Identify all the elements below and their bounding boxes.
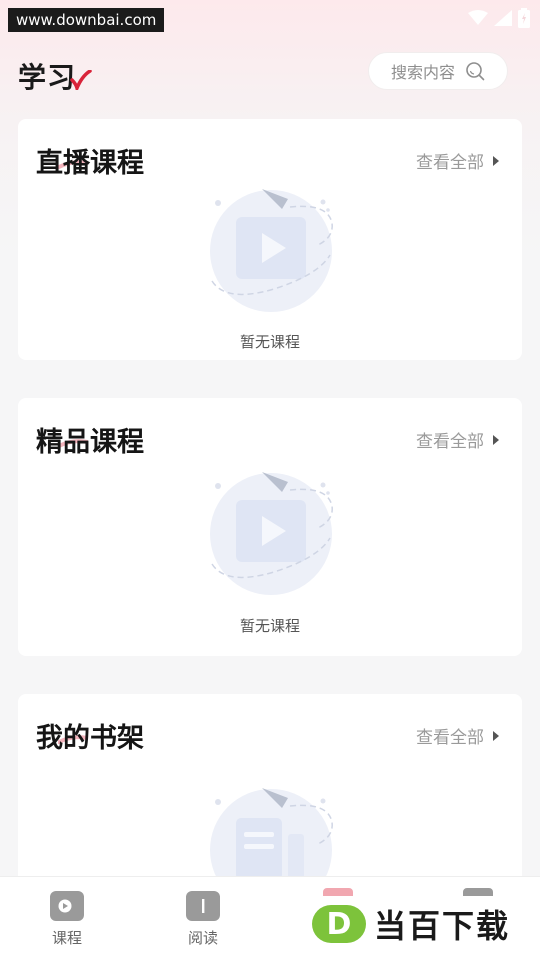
view-all-link[interactable]: 查看全部 [416,148,500,173]
nav-item-courses[interactable]: 课程 [32,891,102,955]
site-watermark-label: www.downbai.com [8,8,165,32]
search-input[interactable]: 搜索内容 [368,52,508,90]
section-title: 精品课程 [36,427,144,458]
learning-screen: www.downbai.com 学习 搜索内容 直播课程 查看全部 暂无课程 精… [0,0,540,960]
nav-item-reading[interactable]: 阅读 [168,891,238,955]
battery-icon [518,8,530,28]
caret-right-icon [493,155,499,166]
view-all-link[interactable]: 查看全部 [416,723,500,748]
view-all-label: 查看全部 [416,153,484,173]
view-all-label: 查看全部 [416,728,484,748]
video-play-icon [50,891,84,921]
caret-right-icon [493,434,499,445]
premium-courses-card: 精品课程 查看全部 暂无课程 [18,398,522,656]
empty-course-illustration [210,189,333,312]
search-placeholder: 搜索内容 [390,63,455,82]
status-icons [468,8,530,28]
nav-label: 阅读 [187,929,218,947]
caret-right-icon [493,730,499,741]
status-bar: www.downbai.com [0,0,540,36]
empty-state-text: 暂无课程 [239,617,300,635]
title-checkmark-decoration [70,70,92,90]
section-title: 我的书架 [36,723,144,754]
empty-state-text: 暂无课程 [239,333,300,351]
book-icon [186,891,220,921]
empty-course-illustration [210,472,333,595]
cell-signal-icon [494,10,512,26]
page-title: 学习 [18,61,77,94]
bookshelf-card: 我的书架 查看全部 [18,694,522,911]
live-courses-card: 直播课程 查看全部 暂无课程 [18,119,522,360]
downbai-logo-badge: D [312,905,366,943]
downbai-watermark-text: 当百下载 [374,907,511,945]
section-title: 直播课程 [36,148,144,179]
nav-label: 课程 [51,929,82,947]
downbai-watermark: D 当百下载 [312,892,510,956]
page-header: 学习 搜索内容 [0,44,540,100]
view-all-label: 查看全部 [416,432,484,452]
wifi-icon [468,10,488,25]
search-icon [466,62,485,81]
view-all-link[interactable]: 查看全部 [416,427,500,452]
